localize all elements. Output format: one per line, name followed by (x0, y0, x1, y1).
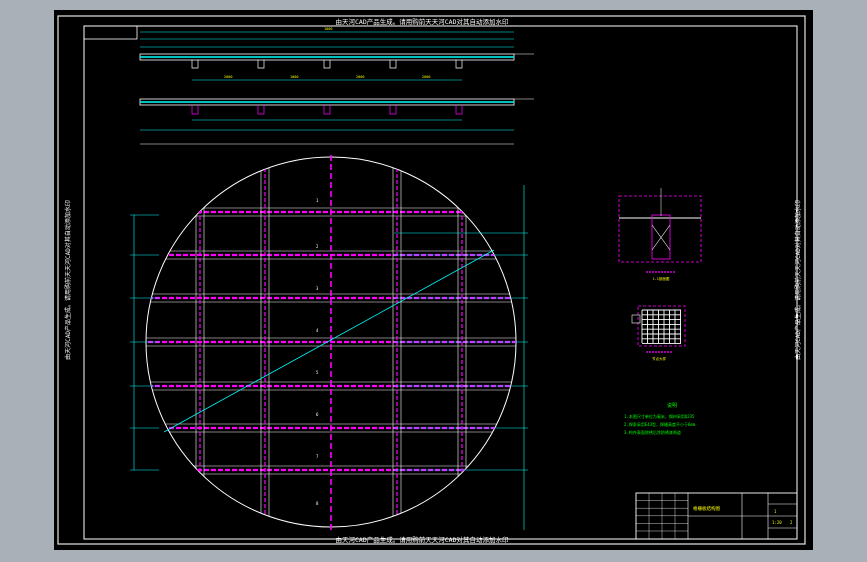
grid-row-labels: 1 2 3 4 5 6 7 8 (316, 198, 319, 506)
top-watermark-title: 由天河CAD产品生成。请用购前天天河CAD对其自动添加水印 (336, 17, 509, 26)
row-label: 8 (316, 501, 319, 506)
cad-app: 由天河CAD产品生成。请用购前天天河CAD对其自动添加水印 由天河CAD产品生成… (0, 0, 867, 562)
elevation-dim: 2000 (224, 75, 232, 79)
title-scale: 1:20 (772, 520, 782, 525)
row-label: 6 (316, 412, 319, 417)
notes-title: 说明 (667, 402, 677, 409)
elevation-dim: 2000 (356, 75, 364, 79)
title-page: 2 (790, 520, 793, 525)
elevation-dim: 2000 (422, 75, 430, 79)
title-sheet: 1 (774, 509, 777, 514)
notes-line: 1.本图尺寸单位为毫米，钢材采用Q235 (624, 413, 695, 419)
drawing-viewport[interactable]: 由天河CAD产品生成。请用购前天天河CAD对其自动添加水印 由天河CAD产品生成… (54, 10, 813, 550)
title-drawing-name: 格栅板结构图 (693, 505, 720, 512)
section-caption: 1-1剖面图 (653, 276, 670, 281)
section-detail: 1-1剖面图 (618, 188, 702, 281)
drawing-frame (57, 15, 806, 545)
elevation-beam-bottom (139, 98, 534, 145)
row-label: 1 (316, 198, 319, 203)
grating-plan (130, 155, 528, 532)
detail-caption: 节点大样 (652, 356, 666, 361)
right-watermark-text: 由天河CAD产品生成。请用购前天天河CAD对其自动添加水印 (794, 200, 802, 360)
row-label: 7 (316, 454, 319, 459)
elevation-dim: 1000 (324, 27, 332, 31)
elevation-dimension-labels: 2000 1000 2000 2000 1000 (224, 27, 430, 79)
elevation-dim: 1000 (290, 75, 298, 79)
row-label: 2 (316, 244, 319, 249)
row-label: 3 (316, 286, 319, 291)
bottom-watermark-title: 由天河CAD产品生成。请用购前天天河CAD对其自动添加水印 (336, 535, 509, 544)
left-watermark-text: 由天河CAD产品生成。请用购前天天河CAD对其自动添加水印 (64, 200, 72, 360)
notes-block: 说明 1.本图尺寸单位为毫米，钢材采用Q235 2.焊条采用E43型，焊缝高度不… (624, 402, 696, 435)
notes-line: 2.焊条采用E43型，焊缝高度不小于6mm (624, 421, 696, 427)
notes-line: 3.构件表面除锈后涂防锈漆两道 (624, 429, 681, 435)
cad-drawing-canvas[interactable]: 由天河CAD产品生成。请用购前天天河CAD对其自动添加水印 由天河CAD产品生成… (54, 10, 813, 550)
title-block: 格栅板结构图 1 1:20 2 (635, 492, 798, 540)
mesh-detail: 节点大样 (631, 305, 686, 361)
row-label: 5 (316, 370, 319, 375)
row-label: 4 (316, 328, 319, 333)
elevation-beam-top (139, 31, 534, 81)
